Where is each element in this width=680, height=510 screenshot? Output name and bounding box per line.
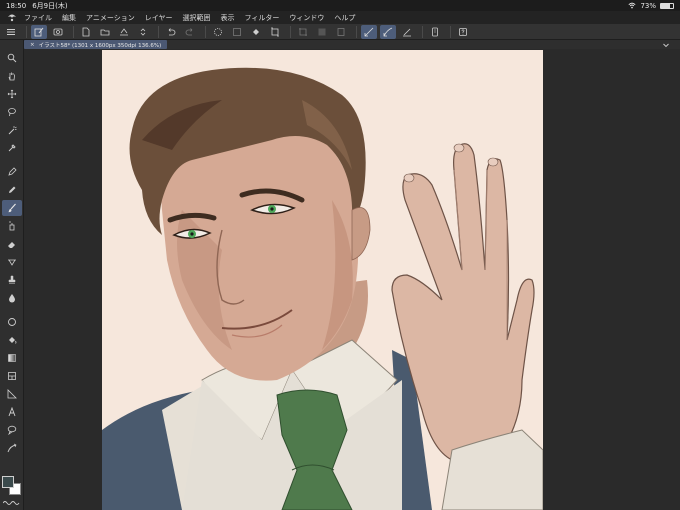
invert-selection-icon[interactable] [229,25,245,39]
clip-studio-logo-icon[interactable] [0,13,24,22]
document-tab-label: イラスト58* (1301 x 1600px 350dpi 136.6%) [38,42,162,49]
separator [158,25,159,38]
zoom-icon[interactable] [2,50,22,66]
figure-icon[interactable] [2,314,22,330]
lasso-select-icon[interactable] [2,104,22,120]
move-layer-icon[interactable] [2,86,22,102]
frame-border-icon[interactable] [2,368,22,384]
brush-icon[interactable] [1,200,22,216]
battery-fill [661,3,670,8]
illustration-canvas[interactable] [102,50,543,510]
simple-mode-icon[interactable] [50,25,66,39]
separator [205,25,206,38]
separator [290,25,291,38]
status-date: 6月9日(木) [32,1,68,10]
edit-mode-icon[interactable] [31,24,47,39]
stepper-arrows-icon[interactable] [135,25,151,39]
tool-palette [0,40,24,510]
stamp-icon[interactable] [2,272,22,288]
text-icon[interactable] [2,404,22,420]
pencil-icon[interactable] [2,182,22,198]
canvas-workspace[interactable] [24,49,680,510]
open-folder-icon[interactable] [97,25,113,39]
main-color-swatch[interactable] [2,476,14,488]
battery-percent: 73% [640,1,656,10]
magic-wand-icon[interactable] [2,122,22,138]
status-bar: 18:50 6月9日(木) 73% [0,0,680,11]
eraser-icon[interactable] [2,236,22,252]
illustration-artwork [102,50,543,510]
crop-icon[interactable] [295,25,311,39]
save-icon[interactable] [116,25,132,39]
status-time: 18:50 [6,1,27,10]
new-file-icon[interactable] [78,25,94,39]
color-swatch[interactable] [2,476,22,496]
special-ruler-snap-icon[interactable] [380,24,396,39]
blend-icon[interactable] [2,290,22,306]
separator [26,25,27,38]
menu-view[interactable]: 表示 [221,13,235,23]
hamburger-menu-icon[interactable] [3,25,19,39]
decoration-icon[interactable] [2,254,22,270]
clip-studio-window: 18:50 6月9日(木) 73% ファイル 編集 アニメーション レイヤー 選… [0,0,680,510]
pen-icon[interactable] [2,164,22,180]
redo-icon[interactable] [182,25,198,39]
frame-icon[interactable] [333,25,349,39]
fill-icon[interactable] [248,25,264,39]
undo-icon[interactable] [163,25,179,39]
fill-bucket-icon[interactable] [2,332,22,348]
separator [73,25,74,38]
menu-animation[interactable]: アニメーション [86,13,135,23]
separator [356,25,357,38]
transform-icon[interactable] [267,25,283,39]
help-icon[interactable] [455,25,471,39]
eyedropper-icon[interactable] [2,140,22,156]
layer-mask-icon[interactable] [314,25,330,39]
menu-file[interactable]: ファイル [24,13,52,23]
device-settings-icon[interactable] [427,25,443,39]
menu-filter[interactable]: フィルター [245,13,280,23]
chevron-down-icon[interactable] [662,41,670,49]
close-icon[interactable]: × [30,42,35,48]
hand-icon[interactable] [2,68,22,84]
transparent-color-icon[interactable] [3,500,21,506]
menu-layer[interactable]: レイヤー [145,13,173,23]
grid-snap-icon[interactable] [399,25,415,39]
menu-help[interactable]: ヘルプ [334,13,355,23]
menu-bar: ファイル 編集 アニメーション レイヤー 選択範囲 表示 フィルター ウィンドウ… [0,11,680,24]
document-tab-bar: × イラスト58* (1301 x 1600px 350dpi 136.6%) [24,40,680,49]
battery-icon [660,2,674,9]
wifi-icon [628,2,636,9]
menu-selection[interactable]: 選択範囲 [183,13,211,23]
ruler-snap-icon[interactable] [361,24,377,39]
separator [450,25,451,38]
correct-line-icon[interactable] [2,440,22,456]
command-bar [0,24,680,40]
balloon-icon[interactable] [2,422,22,438]
clear-selection-icon[interactable] [210,25,226,39]
separator [422,25,423,38]
gradient-icon[interactable] [2,350,22,366]
menu-edit[interactable]: 編集 [62,13,76,23]
menu-window[interactable]: ウィンドウ [289,13,324,23]
airbrush-icon[interactable] [2,218,22,234]
document-tab[interactable]: × イラスト58* (1301 x 1600px 350dpi 136.6%) [24,40,168,49]
ruler-icon[interactable] [2,386,22,402]
